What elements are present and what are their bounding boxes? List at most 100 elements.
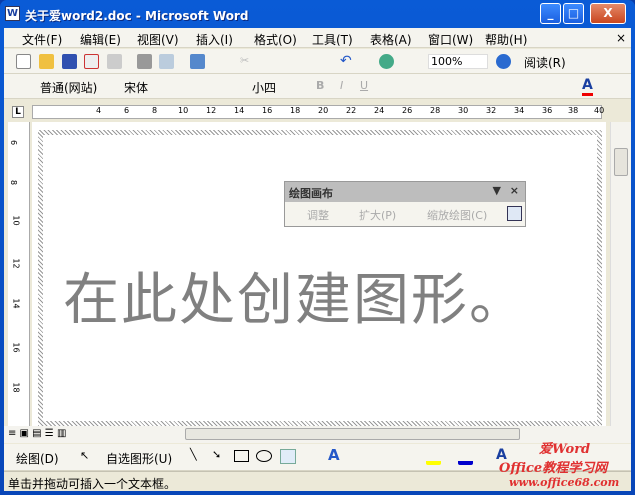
document-page[interactable]: 在此处创建图形。 <box>32 122 606 426</box>
undo-icon[interactable]: ↶ <box>340 53 352 69</box>
italic-button[interactable]: I <box>340 79 343 92</box>
ruler-label: 8 <box>152 106 158 115</box>
menu-tools[interactable]: 工具(T) <box>312 31 353 48</box>
view-buttons[interactable]: ≡ ▣ ▤ ☰ ▥ <box>8 428 66 439</box>
status-text: 单击并拖动可插入一个文本框。 <box>8 477 177 491</box>
ruler-label: 34 <box>514 106 525 115</box>
save-icon[interactable] <box>62 54 77 72</box>
vertical-scroll-thumb[interactable] <box>614 148 628 176</box>
expand-button[interactable]: 扩大(P) <box>359 207 396 223</box>
palette-title: 绘图画布 <box>289 187 333 200</box>
vertical-ruler[interactable]: 6 8 10 12 14 16 18 <box>8 122 30 426</box>
menu-format[interactable]: 格式(O) <box>254 31 297 48</box>
scale-drawing-button[interactable]: 缩放绘图(C) <box>427 207 487 223</box>
window-title: 关于爱word2.doc - Microsoft Word <box>25 9 249 23</box>
zoom-select[interactable]: 100% <box>428 54 488 69</box>
ruler-label: 22 <box>346 106 357 115</box>
menu-edit[interactable]: 编辑(E) <box>80 31 121 48</box>
new-icon[interactable] <box>16 54 31 72</box>
spelling-icon[interactable] <box>190 54 205 72</box>
font-select[interactable]: 宋体 <box>124 79 244 96</box>
ruler-label: 10 <box>11 215 21 226</box>
textbox-icon[interactable] <box>280 449 296 464</box>
ruler-label: 20 <box>318 106 329 115</box>
draw-menu-button[interactable]: 绘图(D) <box>16 450 59 467</box>
select-objects-icon[interactable]: ↖ <box>80 449 89 462</box>
print-icon[interactable] <box>137 54 152 72</box>
ruler-label: 26 <box>402 106 413 115</box>
close-document-button[interactable]: × <box>616 31 626 45</box>
underline-button[interactable]: U <box>360 79 368 92</box>
toolbar-options-icon[interactable]: ▼ <box>493 184 501 197</box>
minimize-button[interactable]: _ <box>540 3 561 24</box>
permission-icon[interactable] <box>84 54 99 72</box>
drawing-canvas-toolbar: 绘图画布 ▼ × 调整 扩大(P) 缩放绘图(C) <box>284 181 526 227</box>
standard-toolbar: ✂ ↶ 100% 阅读(R) <box>4 49 631 74</box>
ruler-label: 36 <box>542 106 553 115</box>
client-area: 文件(F) 编辑(E) 视图(V) 插入(I) 格式(O) 工具(T) 表格(A… <box>4 28 631 491</box>
line-color-icon[interactable] <box>458 450 473 468</box>
cut-icon: ✂ <box>240 54 250 67</box>
ruler-label: 18 <box>290 106 301 115</box>
watermark-line2: Office教程学习网 <box>499 461 608 476</box>
ruler-label: 12 <box>206 106 217 115</box>
title-bar: W 关于爱word2.doc - Microsoft Word _ □ X <box>0 0 635 28</box>
autoshapes-button[interactable]: 自选图形(U) <box>106 450 172 467</box>
text-wrapping-icon[interactable] <box>507 206 522 221</box>
fill-color-icon[interactable] <box>426 450 441 468</box>
vertical-scrollbar[interactable] <box>610 122 631 426</box>
ruler-label: 28 <box>430 106 441 115</box>
ruler-label: 30 <box>458 106 469 115</box>
ruler-label: 8 <box>9 179 19 186</box>
palette-close-icon[interactable]: × <box>510 184 519 197</box>
menu-table[interactable]: 表格(A) <box>370 31 412 48</box>
word-window: W 关于爱word2.doc - Microsoft Word _ □ X 文件… <box>0 0 635 495</box>
menu-view[interactable]: 视图(V) <box>137 31 179 48</box>
watermark-line1: 爱Word <box>539 442 591 457</box>
ruler-label: 14 <box>11 298 21 309</box>
ruler-label: 6 <box>124 106 130 115</box>
ruler-label: 40 <box>594 106 605 115</box>
watermark-line3: www.office68.com <box>509 476 620 489</box>
font-color-button[interactable]: A <box>582 77 593 96</box>
line-icon[interactable]: ╲ <box>190 448 197 461</box>
ruler-label: 18 <box>11 382 21 393</box>
ruler-label: 16 <box>262 106 273 115</box>
ruler-label: 16 <box>11 342 21 353</box>
ruler-label: 10 <box>178 106 189 115</box>
size-select[interactable]: 小四 <box>252 79 298 96</box>
menu-file[interactable]: 文件(F) <box>22 31 62 48</box>
menu-window[interactable]: 窗口(W) <box>428 31 473 48</box>
formatting-toolbar: 普通(网站) 宋体 小四 B I U A <box>4 74 631 99</box>
maximize-button[interactable]: □ <box>563 3 584 24</box>
ruler-label: 12 <box>11 258 21 269</box>
bold-button[interactable]: B <box>316 79 324 92</box>
drawing-canvas[interactable]: 在此处创建图形。 <box>38 130 602 426</box>
help-icon[interactable] <box>496 54 511 72</box>
ruler-label: 38 <box>568 106 579 115</box>
arrow-icon[interactable]: ➘ <box>212 448 221 461</box>
canvas-placeholder[interactable]: 在此处创建图形。 <box>63 255 527 336</box>
fit-button[interactable]: 调整 <box>307 207 329 223</box>
print-preview-icon[interactable] <box>159 54 174 72</box>
menu-bar: 文件(F) 编辑(E) 视图(V) 插入(I) 格式(O) 工具(T) 表格(A… <box>4 28 631 48</box>
menu-insert[interactable]: 插入(I) <box>196 31 233 48</box>
close-button[interactable]: X <box>590 3 626 24</box>
watermark: 爱Word Office教程学习网 www.office68.com <box>499 438 619 489</box>
ruler-label: 14 <box>234 106 245 115</box>
menu-help[interactable]: 帮助(H) <box>485 31 527 48</box>
reading-button[interactable]: 阅读(R) <box>524 54 566 71</box>
style-select[interactable]: 普通(网站) <box>40 79 97 96</box>
ruler-label: 32 <box>486 106 497 115</box>
oval-icon[interactable] <box>256 450 272 462</box>
horizontal-ruler[interactable]: L 4 6 8 10 12 14 16 18 20 22 24 26 28 30… <box>4 102 631 122</box>
wordart-icon[interactable]: A <box>328 446 340 464</box>
rectangle-icon[interactable] <box>234 450 249 462</box>
ruler-label: 6 <box>9 139 19 146</box>
tab-selector[interactable]: L <box>12 106 24 118</box>
email-icon[interactable] <box>107 54 122 72</box>
ruler-label: 24 <box>374 106 385 115</box>
open-icon[interactable] <box>39 54 54 72</box>
hyperlink-icon[interactable] <box>379 54 394 72</box>
horizontal-scroll-thumb[interactable] <box>185 428 520 440</box>
